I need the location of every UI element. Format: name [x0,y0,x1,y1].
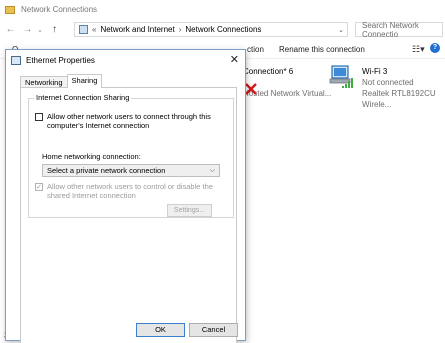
tab-sharing[interactable]: Sharing [66,74,103,88]
allow-other-users-label[interactable]: Allow other network users to connect thr… [47,112,217,130]
rename-connection-button[interactable]: Rename this connection [279,45,365,54]
breadcrumb-overflow[interactable]: « [92,25,96,34]
back-arrow-icon[interactable]: ← [4,24,17,35]
chevron-down-icon: ⌵ [209,167,215,174]
disconnected-x-icon [245,83,257,95]
home-networking-selected: Select a private network connection [47,166,166,175]
address-bar[interactable]: « Network and Internet › Network Connect… [74,22,348,37]
breadcrumb-network-and-internet[interactable]: Network and Internet [100,25,174,34]
connection-adapter: Realtek RTL8192CU Wirele... [362,89,436,109]
address-dropdown-icon[interactable]: ⌄ [338,26,344,34]
allow-other-users-checkbox[interactable] [35,113,43,121]
ethernet-icon [11,55,21,65]
up-arrow-icon[interactable]: ↑ [48,24,61,35]
close-icon[interactable]: ✕ [230,53,239,66]
network-folder-icon [79,25,88,34]
connection-name: Wi-Fi 3 [362,67,388,76]
command-fragment[interactable]: ction [247,45,264,54]
recent-dropdown-icon[interactable]: ⌄ [36,26,44,34]
sharing-tab-panel: Internet Connection Sharing Allow other … [20,87,237,343]
allow-control-checkbox: ✓ [35,183,43,191]
title-bar: Network Connections [0,0,445,19]
ethernet-properties-dialog: Ethernet Properties ✕ Networking Sharing… [5,49,246,343]
connection-name: Connection* 6 [243,67,294,76]
home-networking-label: Home networking connection: [42,152,141,161]
home-networking-select[interactable]: Select a private network connection ⌵ [42,164,220,177]
search-box[interactable]: Search Network Connectio [355,20,443,39]
address-row: ← → ⌄ ↑ « Network and Internet › Network… [0,19,445,40]
search-placeholder: Search Network Connectio [362,20,419,39]
breadcrumb-network-connections[interactable]: Network Connections [185,25,261,34]
ok-button[interactable]: OK [136,323,185,337]
dialog-title: Ethernet Properties [26,55,95,65]
window-title: Network Connections [21,5,98,14]
cancel-button[interactable]: Cancel [189,323,238,337]
view-options-icon[interactable]: ☷▾ [412,44,425,55]
wifi-adapter-icon[interactable] [328,64,354,90]
breadcrumb-separator: › [178,25,182,34]
dialog-title-bar[interactable]: Ethernet Properties ✕ [6,50,245,70]
allow-control-label: Allow other network users to control or … [47,182,213,200]
folder-icon [5,5,15,14]
group-title: Internet Connection Sharing [34,93,132,102]
tab-strip: Networking Sharing [20,74,103,88]
settings-button: Settings... [167,204,212,217]
help-icon[interactable]: ? [430,43,440,53]
connection-status: Not connected [362,78,414,87]
forward-arrow-icon[interactable]: → [21,24,34,35]
internet-connection-sharing-group: Internet Connection Sharing Allow other … [28,93,234,218]
list-item-wifi-3[interactable]: Wi-Fi 3 Not connected Realtek RTL8192CU … [362,66,445,110]
